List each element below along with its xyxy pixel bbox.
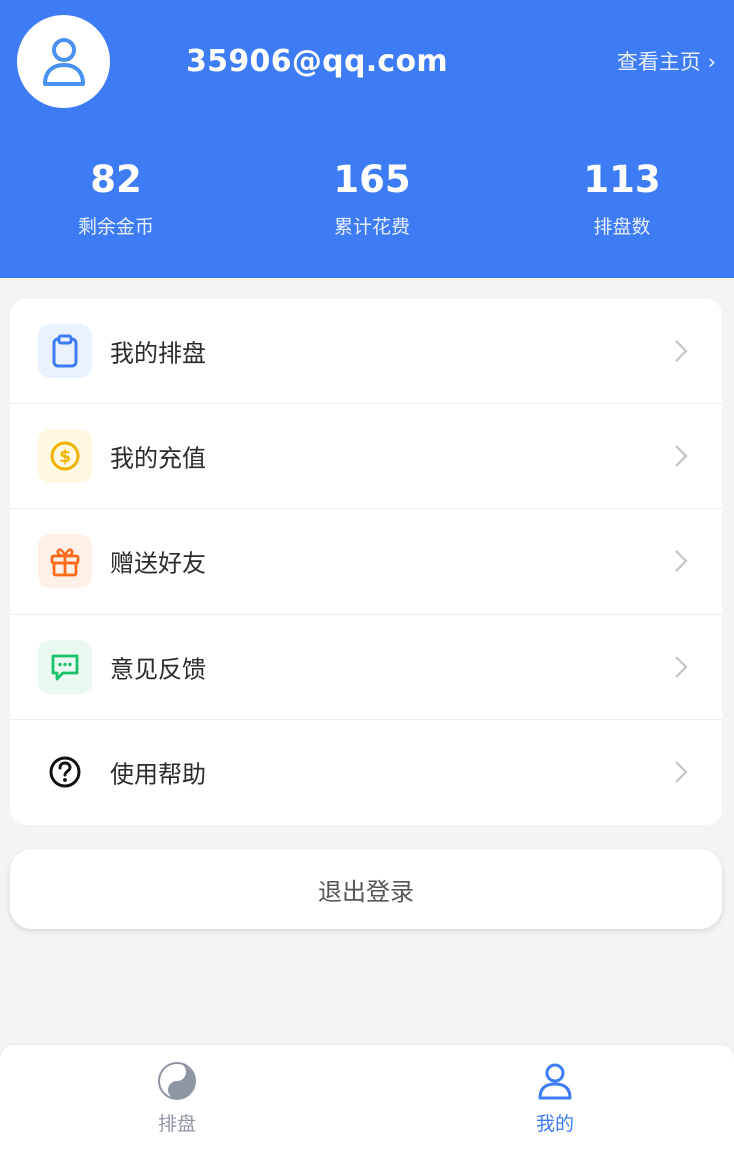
svg-text:$: $ xyxy=(59,447,71,467)
menu-item-label: 我的充值 xyxy=(110,444,206,473)
stat-value: 113 xyxy=(583,158,661,201)
message-icon xyxy=(38,639,92,694)
menu-item-my-charts[interactable]: 我的排盘 xyxy=(10,299,722,405)
tab-label: 排盘 xyxy=(157,1113,196,1135)
menu-card: 我的排盘 $ 我的充值 赠送好友 意见反馈 使用帮助 xyxy=(10,299,722,825)
gift-icon xyxy=(38,534,92,589)
user-email: 35906@qq.com xyxy=(186,44,448,79)
menu-item-label: 我的排盘 xyxy=(110,339,206,368)
user-icon xyxy=(42,37,85,86)
chevron-right-icon xyxy=(675,761,688,784)
view-homepage-link[interactable]: 查看主页 › xyxy=(617,46,716,78)
menu-item-label: 使用帮助 xyxy=(110,760,206,789)
menu-item-my-recharge[interactable]: $ 我的充值 xyxy=(10,404,722,510)
coin-icon: $ xyxy=(38,429,92,484)
menu-item-feedback[interactable]: 意见反馈 xyxy=(10,615,722,720)
stat-label: 排盘数 xyxy=(593,216,651,238)
stat-remaining-coins: 82 剩余金币 xyxy=(16,152,216,242)
help-icon xyxy=(38,745,92,800)
menu-item-help[interactable]: 使用帮助 xyxy=(10,720,722,825)
tab-label: 我的 xyxy=(535,1113,574,1135)
chevron-right-icon xyxy=(675,655,688,678)
stat-label: 剩余金币 xyxy=(77,216,154,238)
yin-yang-icon xyxy=(158,1062,196,1100)
user-icon xyxy=(538,1063,572,1100)
stat-value: 165 xyxy=(333,158,411,201)
tab-chart[interactable]: 排盘 xyxy=(77,1045,277,1154)
stat-label: 累计花费 xyxy=(333,216,410,238)
stat-total-spent: 165 累计花费 xyxy=(272,152,472,242)
menu-item-label: 赠送好友 xyxy=(110,549,206,578)
bottom-tab-bar: 排盘 我的 xyxy=(0,1045,734,1154)
menu-item-gift-friend[interactable]: 赠送好友 xyxy=(10,509,722,615)
chevron-right-icon xyxy=(675,340,688,362)
stat-chart-count: 113 排盘数 xyxy=(522,152,722,242)
chevron-right-icon xyxy=(675,550,688,573)
avatar[interactable] xyxy=(17,15,110,108)
chevron-right-icon xyxy=(675,445,688,468)
stat-value: 82 xyxy=(90,158,142,201)
tab-mine[interactable]: 我的 xyxy=(455,1045,655,1154)
profile-header: 35906@qq.com 查看主页 › 82 剩余金币 165 累计花费 113… xyxy=(0,0,734,278)
menu-item-label: 意见反馈 xyxy=(110,655,206,684)
logout-button[interactable]: 退出登录 xyxy=(10,849,722,929)
clipboard-icon xyxy=(38,324,92,379)
